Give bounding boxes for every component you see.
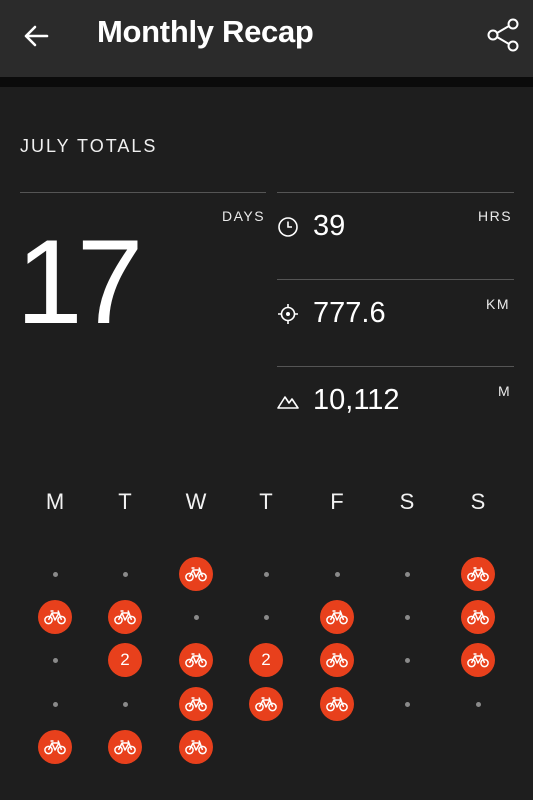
- calendar-day-activity[interactable]: [37, 599, 73, 635]
- bike-icon: [249, 687, 283, 721]
- back-arrow-icon[interactable]: [22, 22, 50, 50]
- elevation-unit: M: [498, 383, 512, 399]
- empty-day-dot: [404, 571, 410, 577]
- calendar-day-empty: [107, 556, 143, 592]
- distance-value: 777.6: [313, 297, 386, 329]
- clock-icon: [278, 217, 298, 237]
- section-title: JULY TOTALS: [20, 136, 158, 156]
- page-title: Monthly Recap: [97, 14, 314, 49]
- empty-day-dot: [475, 701, 481, 707]
- empty-day-dot: [334, 571, 340, 577]
- calendar-day-activity[interactable]: [248, 686, 284, 722]
- calendar-day-empty: [389, 556, 425, 592]
- empty-day-dot: [404, 657, 410, 663]
- calendar-day-empty: [389, 686, 425, 722]
- empty-day-dot: [193, 614, 199, 620]
- divider: [20, 192, 266, 193]
- calendar-day-activity[interactable]: [460, 642, 496, 678]
- bike-icon: [179, 643, 213, 677]
- calendar-day-empty: [389, 599, 425, 635]
- bike-icon: [461, 643, 495, 677]
- hours-value: 39: [313, 210, 346, 242]
- weekday-label: T: [259, 489, 273, 514]
- app-header: Monthly Recap: [0, 0, 533, 77]
- empty-day-dot: [122, 701, 128, 707]
- empty-day-dot: [52, 701, 58, 707]
- calendar-day-activity[interactable]: [319, 599, 355, 635]
- empty-day-dot: [122, 571, 128, 577]
- divider: [277, 279, 514, 280]
- calendar-day-activity[interactable]: [37, 729, 73, 765]
- empty-day-dot: [263, 571, 269, 577]
- target-icon: [278, 304, 298, 324]
- calendar-day-activity[interactable]: [319, 642, 355, 678]
- calendar-day-activity[interactable]: [178, 556, 214, 592]
- bike-icon: [320, 687, 354, 721]
- bike-icon: [320, 643, 354, 677]
- calendar-day-empty: [178, 599, 214, 635]
- bike-icon: [108, 730, 142, 764]
- bike-icon: [179, 687, 213, 721]
- elevation-value: 10,112: [313, 384, 400, 416]
- bike-icon: [38, 730, 72, 764]
- calendar-day-activity[interactable]: [178, 729, 214, 765]
- calendar-day-activity[interactable]: [107, 599, 143, 635]
- days-count: 17: [16, 215, 144, 349]
- header-divider: [0, 77, 533, 87]
- calendar-day-activity[interactable]: [178, 686, 214, 722]
- empty-day-dot: [52, 657, 58, 663]
- mountain-icon: [277, 396, 299, 409]
- divider: [277, 192, 514, 193]
- share-icon[interactable]: [485, 17, 521, 53]
- calendar-day-activity[interactable]: 2: [248, 642, 284, 678]
- empty-day-dot: [404, 701, 410, 707]
- bike-icon: [179, 730, 213, 764]
- calendar-day-activity[interactable]: 2: [107, 642, 143, 678]
- calendar-day-empty: [248, 599, 284, 635]
- weekday-label: T: [118, 489, 132, 514]
- calendar-day-activity[interactable]: [460, 556, 496, 592]
- weekday-label: F: [330, 489, 344, 514]
- calendar-day-empty: [107, 686, 143, 722]
- calendar-day-empty: [248, 556, 284, 592]
- bike-icon: [461, 600, 495, 634]
- empty-day-dot: [263, 614, 269, 620]
- bike-icon: [179, 557, 213, 591]
- empty-day-dot: [52, 571, 58, 577]
- calendar-day-activity[interactable]: [178, 642, 214, 678]
- calendar-day-empty: [460, 686, 496, 722]
- activity-count-badge: 2: [249, 643, 283, 677]
- calendar-day-activity[interactable]: [319, 686, 355, 722]
- calendar-day-activity[interactable]: [460, 599, 496, 635]
- bike-icon: [108, 600, 142, 634]
- calendar-day-empty: [389, 642, 425, 678]
- bike-icon: [320, 600, 354, 634]
- calendar-day-empty: [37, 686, 73, 722]
- empty-day-dot: [404, 614, 410, 620]
- bike-icon: [461, 557, 495, 591]
- hours-unit: HRS: [478, 208, 513, 224]
- distance-unit: KM: [486, 296, 510, 312]
- calendar-day-activity[interactable]: [107, 729, 143, 765]
- calendar-day-empty: [37, 556, 73, 592]
- weekday-label: W: [185, 489, 207, 514]
- calendar-day-empty: [37, 642, 73, 678]
- divider: [277, 366, 514, 367]
- days-label: DAYS: [222, 208, 266, 224]
- weekday-label: S: [470, 489, 486, 514]
- bike-icon: [38, 600, 72, 634]
- calendar-day-empty: [319, 556, 355, 592]
- activity-count-badge: 2: [108, 643, 142, 677]
- weekday-label: S: [399, 489, 415, 514]
- weekday-label: M: [45, 489, 65, 514]
